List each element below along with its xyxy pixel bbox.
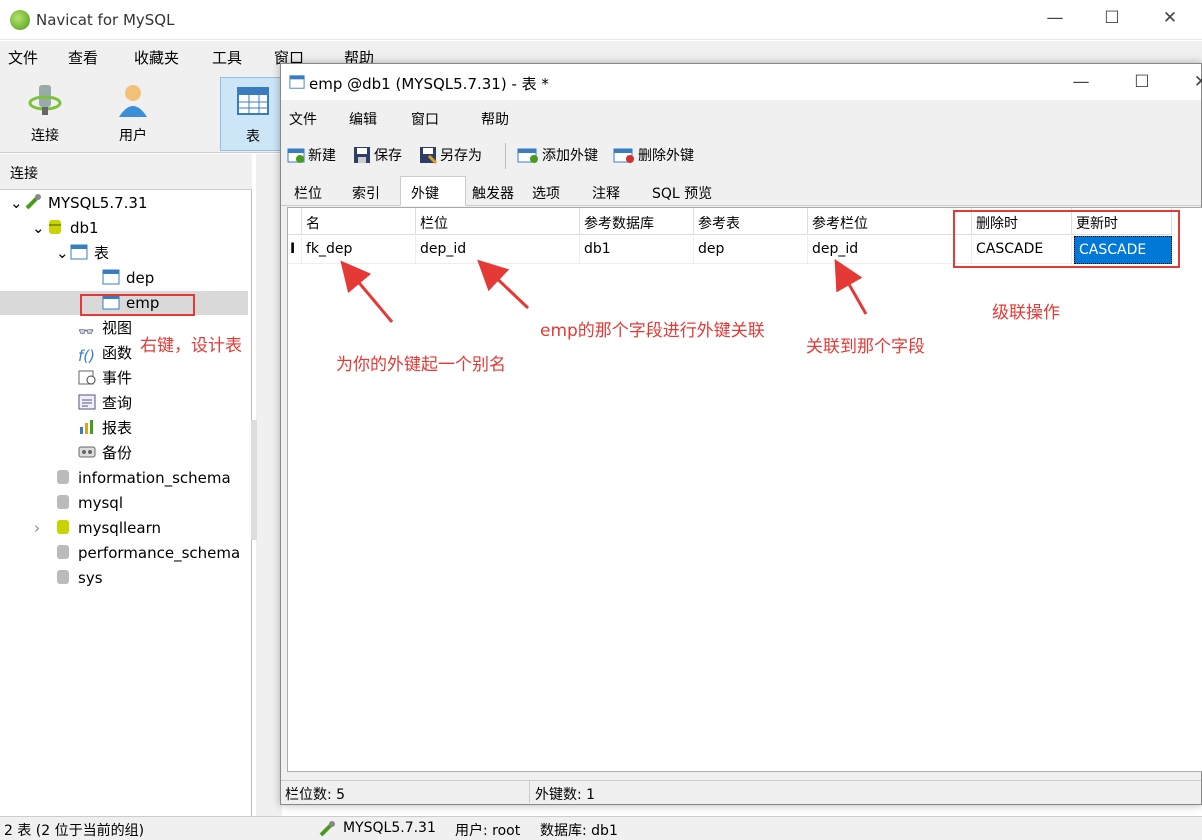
arrow-to-fk-field [477, 259, 530, 310]
arrow-to-ref-field [834, 258, 868, 315]
arrow-to-fk-name [340, 260, 394, 323]
annotation-arrows [340, 258, 868, 323]
